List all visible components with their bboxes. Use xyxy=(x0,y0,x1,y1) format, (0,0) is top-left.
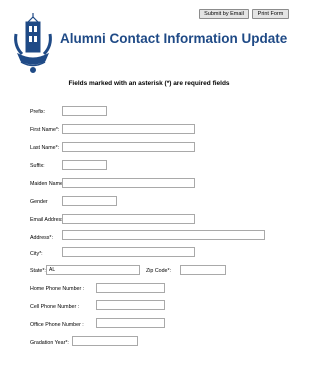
prefix-label: Prefix: xyxy=(30,109,46,115)
first-name-field[interactable] xyxy=(62,124,195,134)
state-field[interactable]: AL xyxy=(46,265,140,275)
address-label: Address*: xyxy=(30,235,53,241)
email-field[interactable] xyxy=(62,214,195,224)
cell-phone-field[interactable] xyxy=(96,300,165,310)
suffix-field[interactable] xyxy=(62,160,107,170)
graduation-year-label: Gradation Year*: xyxy=(30,340,69,346)
maiden-name-label: Maiden Name: xyxy=(30,181,65,187)
suffix-label: Suffix: xyxy=(30,163,45,169)
gender-field[interactable] xyxy=(62,196,117,206)
submit-by-email-button[interactable]: Submit by Email xyxy=(199,9,249,19)
last-name-field[interactable] xyxy=(62,142,195,152)
office-phone-field[interactable] xyxy=(96,318,165,328)
print-form-button[interactable]: Print Form xyxy=(252,9,289,19)
gender-label: Gender xyxy=(30,199,48,205)
email-label: Email Address: xyxy=(30,217,66,223)
prefix-field[interactable] xyxy=(62,106,107,116)
cell-phone-label: Cell Phone Number : xyxy=(30,304,80,310)
zip-code-label: Zip Code*: xyxy=(146,268,172,274)
state-label: State*: xyxy=(30,268,46,274)
home-phone-label: Home Phone Number : xyxy=(30,286,85,292)
last-name-label: Last Name*: xyxy=(30,145,60,151)
page-title: Alumni Contact Information Update xyxy=(60,31,288,46)
city-label: City*: xyxy=(30,251,43,257)
school-crest-logo xyxy=(14,13,52,73)
address-field[interactable] xyxy=(62,230,265,240)
first-name-label: First Name*: xyxy=(30,127,60,133)
city-field[interactable] xyxy=(62,247,195,257)
required-fields-note: Fields marked with an asterisk (*) are r… xyxy=(68,80,230,87)
maiden-name-field[interactable] xyxy=(62,178,195,188)
zip-code-field[interactable] xyxy=(180,265,226,275)
office-phone-label: Office Phone Number : xyxy=(30,322,84,328)
graduation-year-field[interactable] xyxy=(72,336,138,346)
home-phone-field[interactable] xyxy=(96,283,165,293)
